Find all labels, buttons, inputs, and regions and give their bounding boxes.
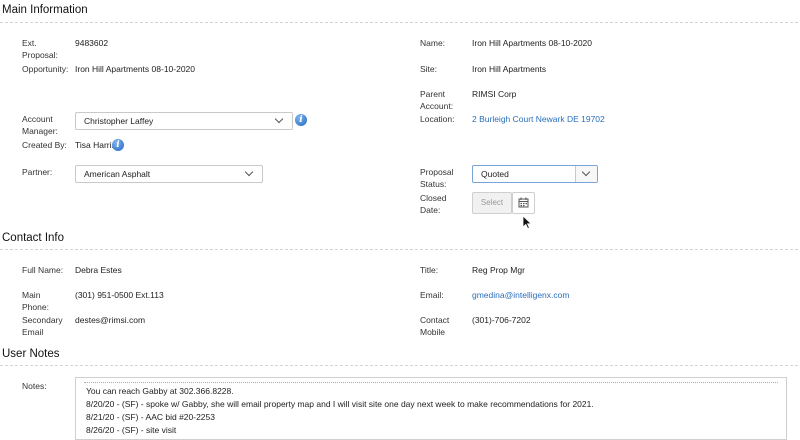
account-manager-select[interactable]: Christopher Laffey <box>75 112 293 130</box>
main-phone-label: Main Phone: <box>22 290 49 312</box>
title-label: Title: <box>420 265 439 275</box>
email-link[interactable]: gmedina@intelligenx.com <box>472 289 569 301</box>
proposal-status-dropdown-button[interactable] <box>575 166 597 182</box>
partner-select[interactable]: American Asphalt <box>75 165 263 183</box>
partner-value: American Asphalt <box>84 169 151 179</box>
note-line: 8/26/20 - (SF) - site visit <box>86 425 177 435</box>
user-notes-title: User Notes <box>2 348 60 360</box>
chevron-down-icon <box>581 167 591 177</box>
opportunity-label: Opportunity: <box>22 64 69 74</box>
secondary-email-value: destes@rimsi.com <box>75 315 146 325</box>
parent-account-value: RIMSI Corp <box>472 89 517 99</box>
notes-textarea[interactable]: You can reach Gabby at 302.366.8228. 8/20… <box>75 377 787 440</box>
site-value: Iron Hill Apartments <box>472 64 547 74</box>
main-info-title: Main Information <box>2 4 88 16</box>
proposal-status-value: Quoted <box>481 169 509 179</box>
email-label: Email: <box>420 290 444 300</box>
location-label: Location: <box>420 114 455 124</box>
full-name-value: Debra Estes <box>75 265 122 275</box>
user-notes-divider <box>0 365 798 366</box>
main-phone-value: (301) 951-0500 Ext.113 <box>75 290 164 300</box>
created-by-value: Tisa Harris <box>75 140 116 150</box>
partner-label: Partner: <box>22 167 53 177</box>
contact-info-title: Contact Info <box>2 232 65 244</box>
proposal-status-label: Proposal Status: <box>420 167 454 189</box>
info-icon[interactable]: i <box>295 114 307 126</box>
site-label: Site: <box>420 64 438 74</box>
secondary-email-label: Secondary Email <box>22 315 63 337</box>
location-link[interactable]: 2 Burleigh Court Newark DE 19702 <box>472 113 605 125</box>
name-label: Name: <box>420 38 446 48</box>
account-manager-label: Account Manager: <box>22 114 58 136</box>
notes-scrolled-text <box>84 379 778 383</box>
created-by-label: Created By: <box>22 140 67 150</box>
note-line: 8/21/20 - (SF) - AAC bid #20-2253 <box>86 412 215 422</box>
note-line: 8/20/20 - (SF) - spoke w/ Gabby, she wil… <box>86 399 594 409</box>
calendar-button[interactable] <box>512 192 535 214</box>
mouse-cursor-icon <box>522 215 532 230</box>
chevron-down-icon <box>274 114 284 124</box>
note-line: You can reach Gabby at 302.366.8228. <box>86 386 234 396</box>
ext-proposal-value: 9483602 <box>75 38 109 48</box>
proposal-status-select[interactable]: Quoted <box>472 165 598 183</box>
contact-mobile-label: Contact Mobile <box>420 315 450 337</box>
info-icon[interactable]: i <box>112 139 124 151</box>
title-value: Reg Prop Mgr <box>472 265 525 275</box>
contact-info-divider <box>0 249 798 250</box>
full-name-label: Full Name: <box>22 265 64 275</box>
opportunity-value: Iron Hill Apartments 08-10-2020 <box>75 64 196 74</box>
closed-date-select[interactable]: Select <box>472 192 512 214</box>
closed-date-label: Closed Date: <box>420 193 447 215</box>
account-manager-value: Christopher Laffey <box>84 116 154 126</box>
main-info-divider <box>0 22 798 23</box>
calendar-icon <box>518 197 529 208</box>
name-value: Iron Hill Apartments 08-10-2020 <box>472 38 593 48</box>
notes-lines: You can reach Gabby at 302.366.8228. 8/20… <box>76 385 786 437</box>
contact-mobile-value: (301)-706-7202 <box>472 315 531 325</box>
notes-label: Notes: <box>22 381 47 391</box>
ext-proposal-label: Ext. Proposal: <box>22 38 58 60</box>
chevron-down-icon <box>244 167 254 177</box>
parent-account-label: Parent Account: <box>420 89 454 111</box>
